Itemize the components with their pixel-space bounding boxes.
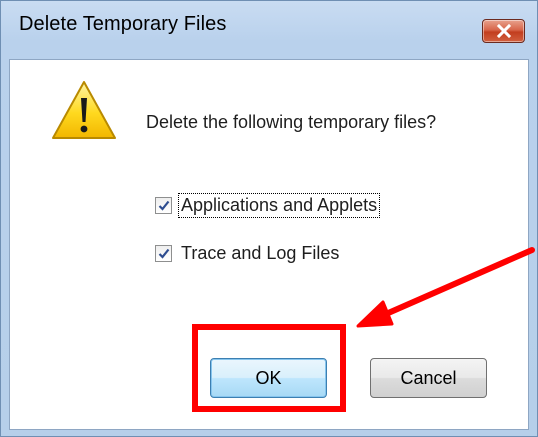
annotation-arrow (356, 247, 535, 328)
